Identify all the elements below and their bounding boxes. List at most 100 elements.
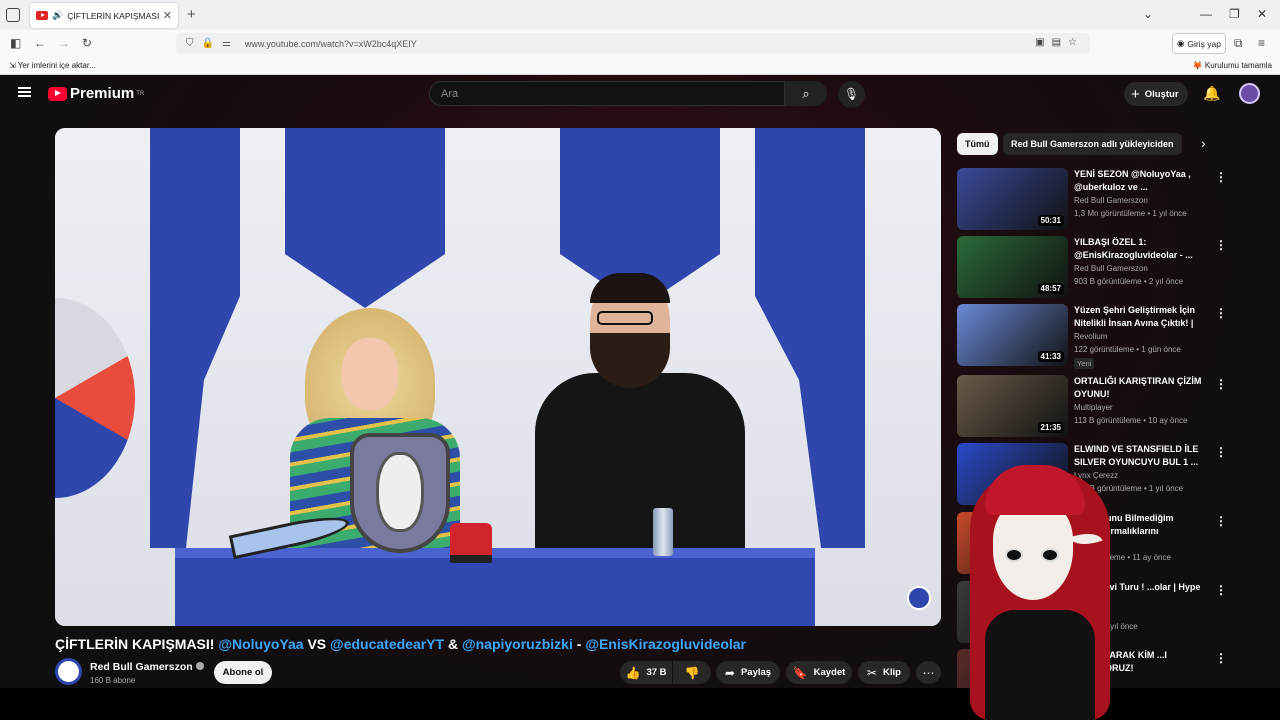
chip-from-channel[interactable]: Red Bull Gamerszon adlı yükleyiciden [1003, 133, 1182, 155]
subscribe-button[interactable]: Abone ol [214, 661, 272, 684]
chip-all[interactable]: Tümü [957, 133, 998, 155]
recommendation-title[interactable]: ORTALIĞI KARIŞTIRAN ÇİZİM OYUNU! [1074, 375, 1202, 400]
like-button[interactable]: 👍 37 B [620, 661, 672, 684]
shield-icon[interactable]: ⛉ [186, 38, 194, 49]
youtube-page: Premium TR Ara ⌕ 🎙 + Oluştur 🔔 ÇİFTLERİN… [0, 75, 1280, 720]
mention-link[interactable]: @NoluyoYaa [218, 636, 303, 652]
bookmark-import[interactable]: ⇲ Yer imlerini içe aktar... [9, 61, 96, 70]
more-actions-button[interactable]: ⋯ [916, 661, 941, 684]
more-horizontal-icon: ⋯ [922, 665, 935, 680]
more-vertical-icon[interactable]: ⋮ [1215, 306, 1227, 320]
logo-country: TR [136, 90, 145, 97]
login-button[interactable]: ◉ Giriş yap [1172, 33, 1226, 54]
video-thumbnail[interactable]: 50:31 [957, 168, 1068, 230]
reload-icon[interactable]: ↻ [82, 36, 92, 50]
verified-icon [195, 662, 204, 670]
guide-menu-icon[interactable] [18, 87, 31, 97]
restore-icon[interactable]: ❐ [1229, 7, 1240, 21]
forward-icon[interactable]: → [58, 36, 70, 50]
extensions-icon[interactable]: ⧉ [1234, 36, 1243, 51]
video-thumbnail[interactable]: 21:35 [957, 375, 1068, 437]
close-window-icon[interactable]: ✕ [1257, 7, 1267, 21]
duration-badge: 21:35 [1037, 422, 1064, 433]
recommendation-item[interactable]: 41:33 Yüzen Şehri Geliştirmek İçin Niteli… [957, 304, 1227, 369]
tab-list-icon[interactable] [6, 8, 20, 22]
recommendation-item[interactable]: 50:31 YENİ SEZON @NoluyoYaa , @uberkuloz … [957, 168, 1227, 231]
subscriber-count: 160 B abone [90, 676, 136, 685]
microphone-icon: 🎙 [843, 87, 860, 101]
account-icon: ◉ [1177, 38, 1185, 48]
share-button[interactable]: ➦ Paylaş [716, 661, 780, 684]
back-icon[interactable]: ← [34, 36, 46, 50]
logo-text: Premium [70, 85, 135, 102]
new-badge: Yeni [1074, 358, 1095, 369]
recommendation-channel[interactable]: Revolium [1074, 332, 1107, 341]
more-vertical-icon[interactable]: ⋮ [1215, 583, 1227, 597]
more-vertical-icon[interactable]: ⋮ [1215, 170, 1227, 184]
more-vertical-icon[interactable]: ⋮ [1215, 651, 1227, 665]
create-label: Oluştur [1144, 88, 1179, 100]
bookmarks-bar: ⇲ Yer imlerini içe aktar... 🦊 Kurulumu t… [0, 57, 1280, 75]
new-tab-icon[interactable]: + [187, 6, 196, 23]
chevron-right-icon[interactable]: › [1201, 135, 1206, 151]
speaker-icon[interactable]: 🔊 [52, 10, 63, 21]
youtube-logo[interactable]: Premium TR [48, 85, 144, 102]
video-thumbnail[interactable]: 41:33 [957, 304, 1068, 366]
mention-link[interactable]: @napiyoruzbizki [462, 636, 573, 652]
search-button[interactable]: ⌕ [785, 81, 827, 106]
url-bar[interactable]: ⛉ 🔒 ⚌ www.youtube.com/watch?v=xW2bc4qXEI… [176, 33, 1090, 54]
recommendation-meta: 122 görüntüleme • 1 gün önce [1074, 345, 1181, 354]
lock-icon[interactable]: 🔒 [202, 38, 214, 49]
thumbs-up-icon: 👍 [625, 665, 641, 680]
bookmark-icon: 🔖 [792, 665, 808, 680]
browser-navbar: ◧ ← → ↻ ⛉ 🔒 ⚌ www.youtube.com/watch?v=xW… [0, 30, 1280, 57]
recommendation-meta: 113 B görüntüleme • 10 ay önce [1074, 416, 1188, 425]
browser-tabbar: 🔊 ÇİFTLERİN KAPIŞMASI! @N ✕ + ⌄ — ❐ ✕ [0, 0, 1280, 30]
menu-icon[interactable]: ≡ [1258, 36, 1265, 50]
vtuber-avatar-overlay [955, 460, 1135, 720]
bookmark-setup[interactable]: 🦊 Kurulumu tamamla [1193, 61, 1272, 70]
more-vertical-icon[interactable]: ⋮ [1215, 238, 1227, 252]
recommendation-channel[interactable]: Red Bull Gamerszon [1074, 196, 1148, 205]
cardboard-shield [350, 433, 450, 553]
video-player[interactable] [55, 128, 941, 626]
more-vertical-icon[interactable]: ⋮ [1215, 377, 1227, 391]
save-button[interactable]: 🔖 Kaydet [786, 661, 852, 684]
recommendation-title[interactable]: YILBAŞI ÖZEL 1: @EnisKirazogluvideolar -… [1074, 236, 1202, 261]
mention-link[interactable]: @EnisKirazogluvideolar [585, 636, 746, 652]
url-actions-icons[interactable]: ▣▤☆ [1035, 37, 1084, 48]
url-text[interactable]: www.youtube.com/watch?v=xW2bc4qXEIY [245, 39, 417, 49]
tab-close-icon[interactable]: ✕ [163, 9, 172, 22]
tabs-overflow-chevron-icon[interactable]: ⌄ [1143, 7, 1153, 21]
recommendation-channel[interactable]: Multiplayer [1074, 403, 1113, 412]
more-vertical-icon[interactable]: ⋮ [1215, 445, 1227, 459]
create-button[interactable]: + Oluştur [1124, 82, 1188, 106]
recommendation-meta: 1,3 Mn görüntüleme • 1 yıl önce [1074, 209, 1187, 218]
red-buzzer [450, 523, 492, 563]
recommendation-title[interactable]: Yüzen Şehri Geliştirmek İçin Nitelikli İ… [1074, 304, 1202, 330]
channel-avatar[interactable] [55, 658, 82, 685]
dislike-button[interactable]: 👎 [673, 661, 711, 684]
recommendation-channel[interactable]: Red Bull Gamerszon [1074, 264, 1148, 273]
user-avatar[interactable] [1239, 83, 1260, 104]
minimize-icon[interactable]: — [1200, 7, 1212, 21]
channel-name[interactable]: Red Bull Gamerszon [90, 661, 204, 673]
more-vertical-icon[interactable]: ⋮ [1215, 514, 1227, 528]
sidebar-toggle-icon[interactable]: ◧ [10, 36, 21, 50]
channel-watermark[interactable] [907, 586, 931, 610]
permissions-icon[interactable]: ⚌ [222, 38, 231, 49]
notifications-bell-icon[interactable]: 🔔 [1203, 85, 1220, 102]
recommendation-title[interactable]: YENİ SEZON @NoluyoYaa , @uberkuloz ve ..… [1074, 168, 1202, 193]
recommendation-item[interactable]: 21:35 ORTALIĞI KARIŞTIRAN ÇİZİM OYUNU! Mul… [957, 375, 1227, 438]
recommendation-item[interactable]: 48:57 YILBAŞI ÖZEL 1: @EnisKirazogluvideo… [957, 236, 1227, 299]
youtube-favicon-icon [36, 11, 48, 20]
tab-title: ÇİFTLERİN KAPIŞMASI! @N [67, 10, 159, 21]
mention-link[interactable]: @educatedearYT [330, 636, 444, 652]
thumbs-down-icon: 👎 [684, 665, 700, 680]
voice-search-button[interactable]: 🎙 [838, 81, 865, 108]
clip-button[interactable]: ✂ Klip [858, 661, 910, 684]
search-input[interactable]: Ara [429, 81, 785, 106]
browser-tab[interactable]: 🔊 ÇİFTLERİN KAPIŞMASI! @N ✕ [30, 3, 178, 28]
video-thumbnail[interactable]: 48:57 [957, 236, 1068, 298]
duration-badge: 48:57 [1037, 283, 1064, 294]
